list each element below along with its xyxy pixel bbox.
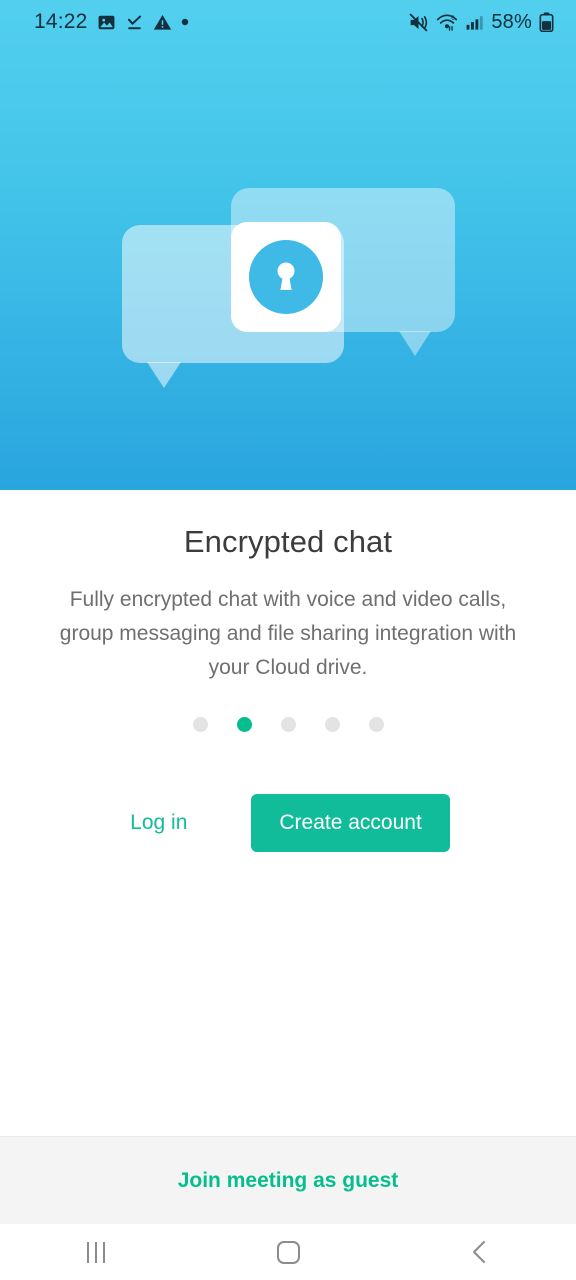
action-row: Log in Create account bbox=[0, 794, 576, 852]
android-nav-bar bbox=[0, 1224, 576, 1280]
guest-bar[interactable]: Join meeting as guest bbox=[0, 1136, 576, 1224]
lock-circle bbox=[249, 240, 323, 314]
onboarding-content: Encrypted chat Fully encrypted chat with… bbox=[0, 490, 576, 1136]
join-meeting-as-guest-button[interactable]: Join meeting as guest bbox=[178, 1169, 399, 1193]
status-bar-left: 14:22 bbox=[34, 10, 189, 34]
pager-dot-5[interactable] bbox=[368, 717, 384, 732]
page-description: Fully encrypted chat with voice and vide… bbox=[59, 588, 517, 679]
pager-dot-4[interactable] bbox=[324, 717, 340, 732]
battery-icon bbox=[539, 12, 554, 32]
signal-bars-icon bbox=[465, 13, 484, 32]
status-bar: 14:22 6 58% bbox=[0, 0, 576, 44]
recents-icon[interactable] bbox=[48, 1224, 144, 1280]
pager-dot-1[interactable] bbox=[192, 717, 208, 732]
svg-text:6: 6 bbox=[452, 14, 456, 21]
home-icon[interactable] bbox=[240, 1224, 336, 1280]
chat-bubble-left-tail bbox=[147, 362, 181, 388]
pager-dots[interactable] bbox=[0, 717, 576, 732]
image-icon bbox=[97, 13, 116, 32]
hero-section: 14:22 6 58% bbox=[0, 0, 576, 490]
status-bar-right: 6 58% bbox=[408, 11, 554, 34]
dot-icon bbox=[181, 18, 189, 26]
mute-icon bbox=[408, 12, 429, 33]
pager-dot-2-active[interactable] bbox=[236, 717, 252, 732]
warning-icon bbox=[153, 13, 172, 32]
hero-illustration bbox=[0, 44, 576, 490]
back-chevron-icon[interactable] bbox=[432, 1224, 528, 1280]
page-title: Encrypted chat bbox=[183, 524, 393, 559]
download-done-icon bbox=[125, 13, 144, 32]
battery-percent-label: 58% bbox=[491, 10, 532, 33]
app-screen: 14:22 6 58% Encrypted chat Fully encrypt… bbox=[0, 0, 576, 1280]
login-button[interactable]: Log in bbox=[126, 801, 191, 845]
status-clock: 14:22 bbox=[34, 10, 88, 33]
lock-card bbox=[231, 222, 341, 332]
pager-dot-3[interactable] bbox=[280, 717, 296, 732]
wifi-6-icon: 6 bbox=[436, 12, 458, 33]
chat-bubble-right-tail bbox=[399, 331, 431, 356]
create-account-button[interactable]: Create account bbox=[251, 794, 450, 852]
keyhole-icon bbox=[277, 262, 295, 290]
